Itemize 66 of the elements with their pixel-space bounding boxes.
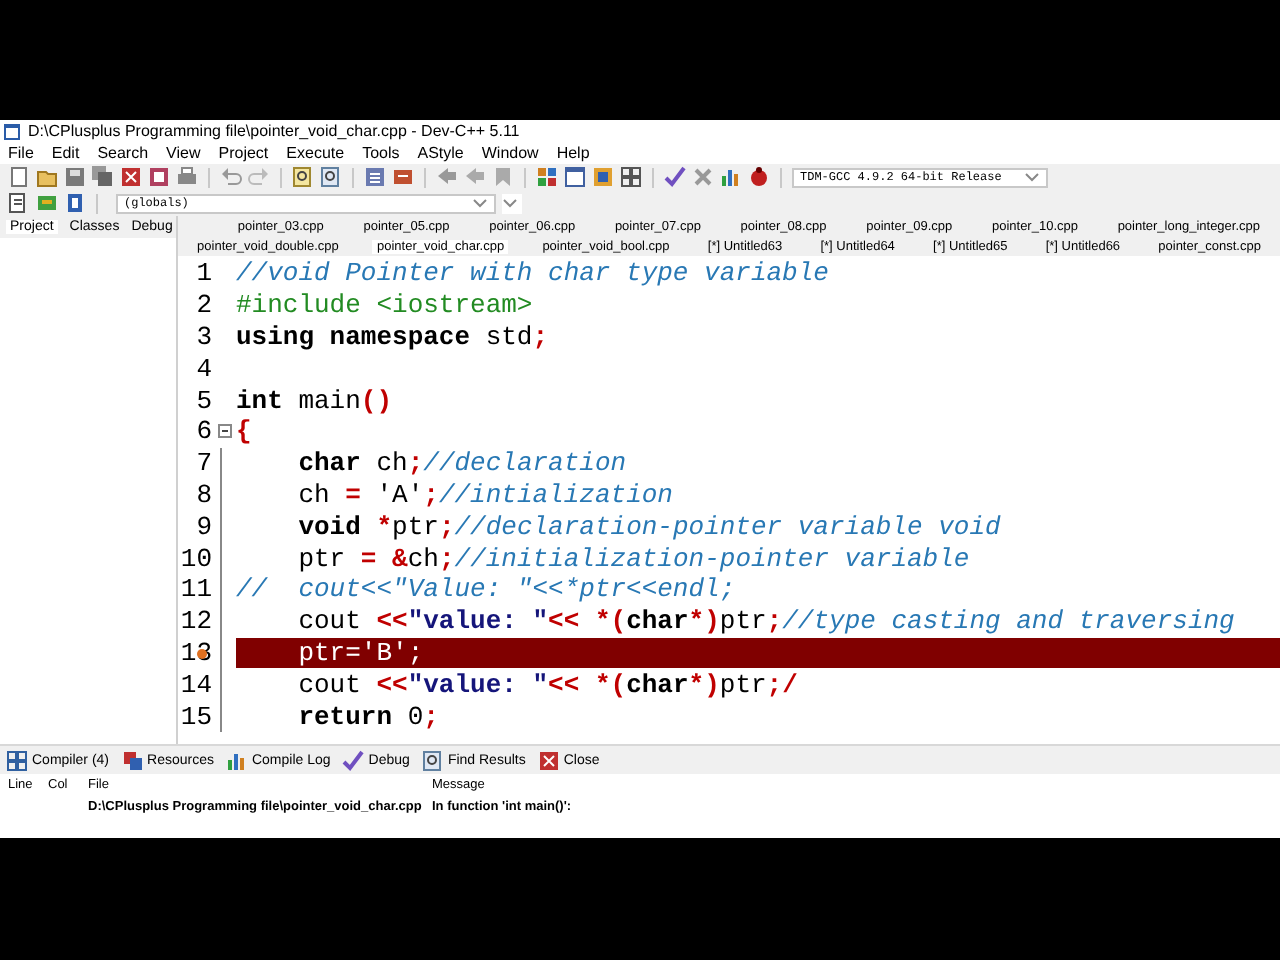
checkmark-icon [342, 749, 365, 771]
menu-item[interactable]: Edit [51, 144, 80, 162]
indent-icon[interactable] [364, 166, 386, 188]
line-number: 12 [178, 606, 212, 637]
line-number: 6 [194, 416, 212, 447]
menu-item[interactable]: View [166, 144, 201, 162]
line-number: 3 [194, 321, 212, 352]
menu-item[interactable]: Tools [362, 144, 400, 162]
grid-icon[interactable] [536, 166, 558, 188]
line-number: 5 [194, 385, 212, 416]
close-file-icon[interactable] [120, 166, 142, 188]
code-line: return 0; [296, 700, 441, 732]
line-number: 11 [178, 574, 212, 605]
menu-item[interactable]: Execute [286, 144, 345, 162]
print-icon[interactable] [176, 166, 198, 188]
bar-graph-icon[interactable] [720, 166, 742, 188]
bug-icon[interactable] [748, 166, 770, 188]
code-line: //void Pointer with char type variable [236, 258, 831, 290]
code-line: #include <iostream> [236, 289, 535, 322]
grid-icon [6, 749, 28, 771]
find-icon [421, 749, 444, 771]
new-file-icon[interactable] [8, 166, 30, 188]
line-number: 2 [194, 290, 212, 321]
line-number: 4 [194, 353, 212, 384]
undo-icon[interactable] [220, 166, 242, 188]
code-line: { [236, 415, 254, 448]
code-line: void *ptr;//declaration-pointer variable void [296, 510, 1003, 543]
window-icon[interactable] [564, 166, 586, 188]
resources-icon [121, 749, 144, 771]
line-number: 14 [178, 669, 212, 700]
unindent-icon[interactable] [392, 166, 414, 188]
code-line: cout <<"value: "<< *(char*)ptr;//type casting and traversing [296, 605, 1237, 638]
cross-icon[interactable] [692, 166, 714, 188]
line-number: 1 [194, 258, 212, 289]
line-number: 8 [194, 479, 212, 510]
save-icon[interactable] [64, 166, 86, 188]
line-number: 10 [178, 543, 212, 574]
window-title: D:\CPlusplus Programming file\pointer_void_char.cpp - Dev-C++ 5.11 [28, 122, 520, 140]
find-icon[interactable] [292, 166, 314, 188]
code-line: cout <<"value: "<< *(char*)ptr;/ [296, 668, 800, 701]
replace-icon[interactable] [320, 166, 342, 188]
bar-graph-icon [225, 749, 248, 771]
app-icon[interactable] [2, 121, 22, 141]
line-number: 15 [178, 701, 212, 732]
line-number: 9 [194, 511, 212, 542]
menu-item[interactable]: Window [481, 144, 539, 162]
insert-icon[interactable] [8, 192, 30, 214]
line-number: 7 [194, 448, 212, 479]
fold-toggle-icon[interactable] [217, 424, 231, 439]
save-all-icon[interactable] [92, 166, 114, 188]
dropdown-caret-icon[interactable] [1024, 170, 1040, 184]
menu-item[interactable]: Project [218, 144, 269, 162]
menu-item[interactable]: AStyle [417, 144, 464, 162]
code-line: using namespace std; [236, 321, 551, 353]
close-icon [537, 749, 560, 771]
code-line: ch = 'A';//intialization [296, 479, 675, 511]
back-arrow-icon[interactable] [436, 166, 458, 188]
code-line: // cout<<"Value: "<<*ptr<<endl; [236, 573, 738, 606]
menu-item[interactable]: File [8, 144, 34, 162]
menu-item[interactable]: Search [97, 144, 149, 162]
code-line: ptr = &ch;//initialization-pointer variable [296, 542, 972, 574]
layout-icon[interactable] [620, 166, 642, 188]
menu-item[interactable]: Help [556, 144, 590, 162]
checkmark-icon[interactable] [664, 166, 686, 188]
code-line: char ch;//declaration [296, 447, 629, 480]
code-line: int main() [236, 384, 395, 416]
